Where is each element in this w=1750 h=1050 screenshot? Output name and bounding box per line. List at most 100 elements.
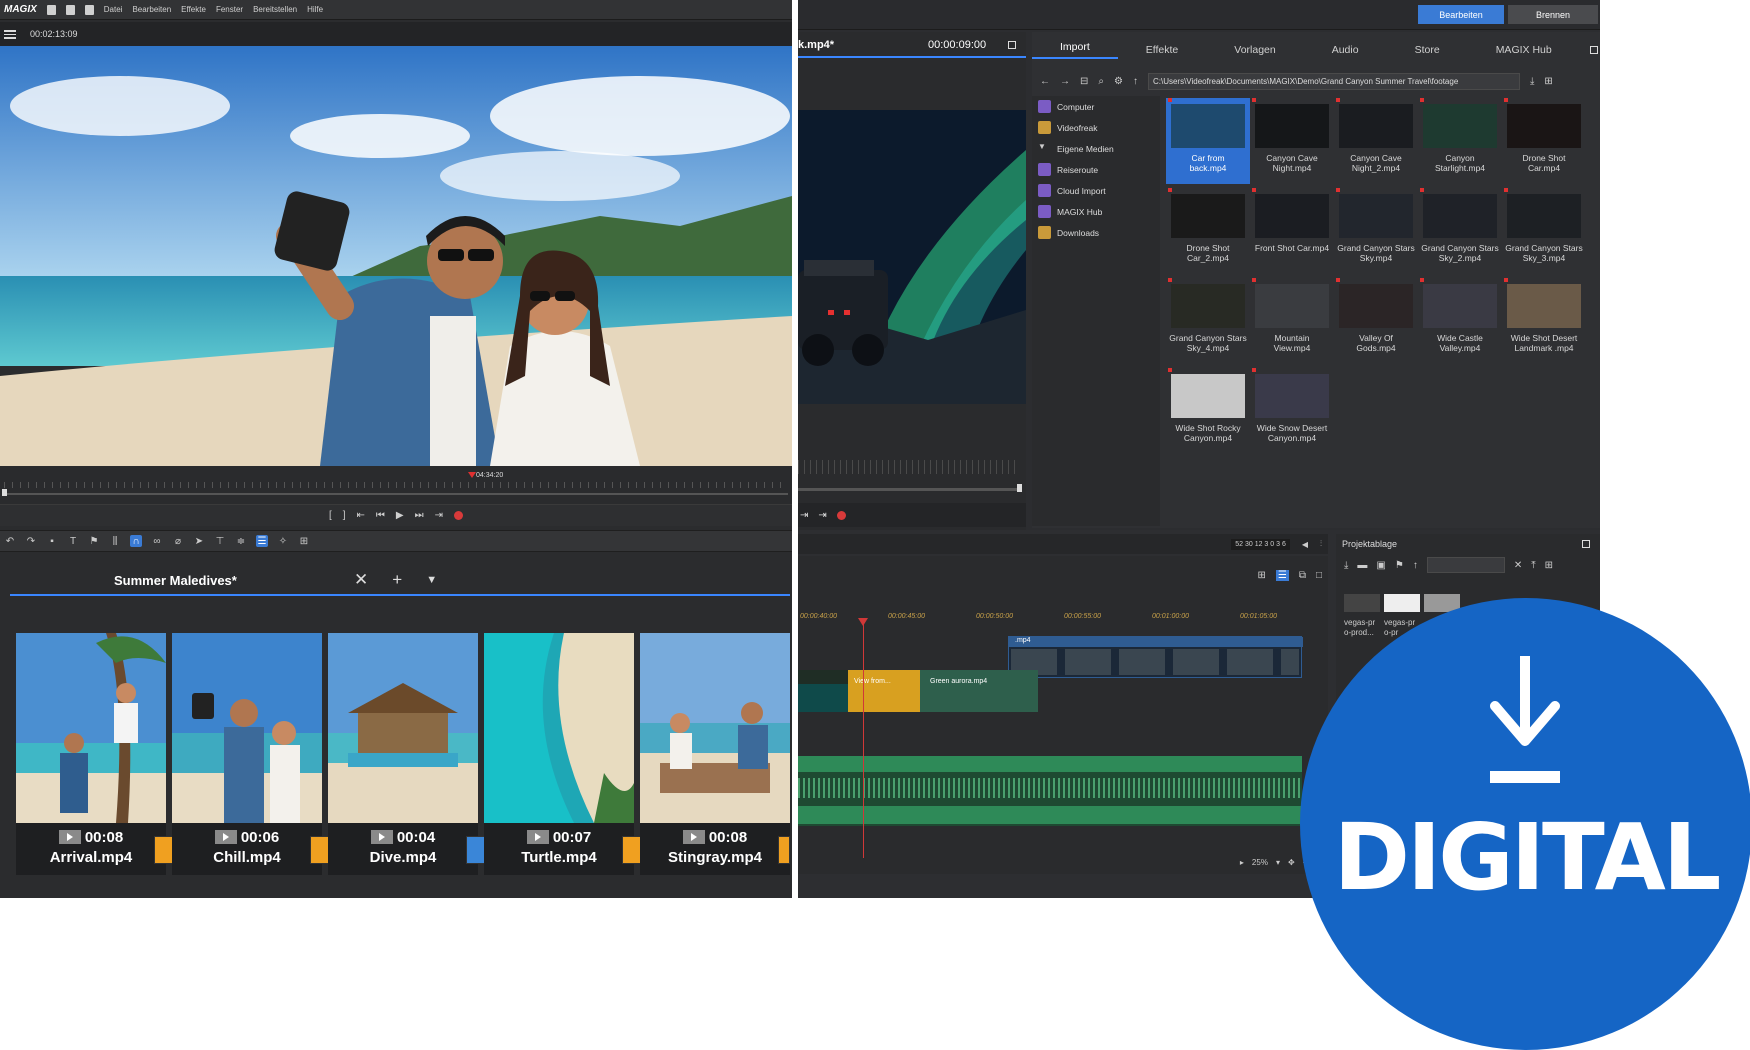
path-input[interactable]: C:\Users\Videofreak\Documents\MAGIX\Demo…: [1147, 72, 1520, 90]
mark-in-button[interactable]: [: [329, 510, 332, 521]
tree-item-hub[interactable]: MAGIX Hub: [1032, 201, 1160, 222]
menu-bearbeiten[interactable]: Bearbeiten: [132, 5, 171, 14]
play-small-icon[interactable]: ▸: [1240, 858, 1244, 867]
menu-effekte[interactable]: Effekte: [181, 5, 206, 14]
split-icon[interactable]: ⫼: [109, 535, 121, 547]
brennen-button[interactable]: Brennen: [1508, 5, 1598, 24]
storyboard-view-icon[interactable]: ⧉: [1299, 570, 1306, 581]
zoom-dropdown-icon[interactable]: ▾: [1276, 858, 1280, 867]
scrubber-marker[interactable]: 04:34:20: [468, 472, 503, 479]
export-icon[interactable]: ⤒: [1531, 560, 1535, 571]
expand-chevron-icon[interactable]: ▼: [1038, 142, 1051, 155]
video-track-2[interactable]: View from... Green aurora.mp4: [798, 670, 1038, 712]
media-item[interactable]: Grand Canyon Stars Sky_2.mp4: [1418, 188, 1502, 274]
media-item[interactable]: Mountain View.mp4: [1250, 278, 1334, 364]
media-item[interactable]: Wide Shot Desert Landmark .mp4: [1502, 278, 1586, 364]
open-folder-icon[interactable]: [65, 4, 75, 15]
tree-item-computer[interactable]: Computer: [1032, 96, 1160, 117]
menu-fenster[interactable]: Fenster: [216, 5, 243, 14]
effects-icon[interactable]: ✧: [277, 535, 289, 547]
back-arrow-icon[interactable]: ←: [1040, 76, 1050, 87]
hamburger-menu-icon[interactable]: [4, 29, 16, 39]
media-item[interactable]: Grand Canyon Stars Sky.mp4: [1334, 188, 1418, 274]
project-tab-title[interactable]: Summer Malediveѕ*: [114, 573, 354, 588]
mark-out-button[interactable]: ]: [343, 510, 346, 521]
magnet-icon[interactable]: ∩: [130, 535, 142, 547]
media-item[interactable]: Car from back.mp4: [1166, 98, 1250, 184]
timeline[interactable]: ⊞ ☰ ⧉ □ 00:00:40:00 00:00:45:00 00:00:50:0…: [798, 556, 1328, 874]
zoom-fit-icon[interactable]: ✥: [1288, 858, 1295, 867]
grid-view-icon[interactable]: ⊞: [1545, 560, 1553, 571]
flag-icon[interactable]: ⚑: [1395, 560, 1404, 571]
audio-track[interactable]: [798, 756, 1302, 826]
storyboard-clip[interactable]: 00:07 Turtle.mp4: [484, 633, 634, 875]
forward-arrow-icon[interactable]: →: [1060, 76, 1070, 87]
maximize-icon[interactable]: [1582, 540, 1590, 548]
green-aurora-clip[interactable]: Green aurora.mp4: [920, 670, 1038, 712]
scrubber-track[interactable]: [798, 488, 1020, 491]
tree-icon[interactable]: ⊟: [1080, 76, 1088, 87]
transition-icon[interactable]: [778, 836, 790, 864]
record-button[interactable]: [836, 510, 846, 520]
save-icon[interactable]: ▣: [1376, 560, 1385, 571]
import-icon[interactable]: ⤓: [1530, 76, 1534, 87]
media-item[interactable]: Grand Canyon Stars Sky_4.mp4: [1166, 278, 1250, 364]
link-icon[interactable]: ∞: [151, 535, 163, 547]
bearbeiten-button[interactable]: Bearbeiten: [1418, 5, 1504, 24]
media-item[interactable]: Wide Snow Desert Canyon.mp4: [1250, 368, 1334, 454]
storyboard-clip[interactable]: 00:08 Stingray.mp4: [640, 633, 790, 875]
storyboard-clip[interactable]: 00:04 Dive.mp4: [328, 633, 478, 875]
media-item[interactable]: Canyon Cave Night.mp4: [1250, 98, 1334, 184]
speaker-icon[interactable]: ◀: [1302, 540, 1308, 549]
zoom-level[interactable]: 25%: [1252, 858, 1268, 867]
tree-item-user[interactable]: Videofreak: [1032, 117, 1160, 138]
text-icon[interactable]: T: [67, 535, 79, 547]
media-item[interactable]: Canyon Starlight.mp4: [1418, 98, 1502, 184]
grid-view-icon[interactable]: ⊞: [1257, 570, 1265, 581]
maximize-icon[interactable]: [1589, 46, 1598, 54]
storyboard-clip[interactable]: 00:08 Arrival.mp4: [16, 633, 166, 875]
preview-scrubber[interactable]: 04:34:20: [0, 466, 792, 504]
playhead[interactable]: [858, 618, 868, 858]
up-arrow-icon[interactable]: ↑: [1133, 76, 1138, 87]
folder-icon[interactable]: ▬: [1357, 560, 1367, 571]
close-icon[interactable]: ✕: [1514, 560, 1522, 571]
undo-icon[interactable]: ↶: [4, 535, 16, 547]
menu-hilfe[interactable]: Hilfe: [307, 5, 323, 14]
redo-icon[interactable]: ↷: [25, 535, 37, 547]
tab-import[interactable]: Import: [1032, 41, 1118, 59]
bin-search-input[interactable]: [1426, 557, 1505, 573]
tree-item-own-media[interactable]: ▼ Eigene Medien: [1032, 138, 1160, 159]
grid-view-icon[interactable]: ⊞: [298, 535, 310, 547]
media-item[interactable]: Valley Of Gods.mp4: [1334, 278, 1418, 364]
gear-icon[interactable]: ⚙: [1114, 76, 1123, 87]
scrubber-track[interactable]: [4, 493, 788, 495]
menu-datei[interactable]: Datei: [104, 5, 123, 14]
marker-flag-icon[interactable]: ⚑: [88, 535, 100, 547]
scrubber-knob[interactable]: [2, 489, 7, 496]
storyboard-mode-icon[interactable]: ☰: [256, 535, 268, 547]
next-button[interactable]: ⏭: [415, 510, 424, 521]
media-item[interactable]: Drone Shot Car.mp4: [1502, 98, 1586, 184]
insert-mode-icon[interactable]: ⊤: [214, 535, 226, 547]
tab-store[interactable]: Store: [1387, 44, 1468, 56]
go-start-button[interactable]: ⇤: [357, 510, 365, 521]
next-button[interactable]: ⇥: [800, 510, 808, 521]
media-item[interactable]: Drone Shot Car_2.mp4: [1166, 188, 1250, 274]
media-item[interactable]: Grand Canyon Stars Sky_3.mp4: [1502, 188, 1586, 274]
up-arrow-icon[interactable]: ↑: [1413, 560, 1418, 571]
preview-scrubber[interactable]: [798, 460, 1026, 496]
tab-audio[interactable]: Audio: [1304, 44, 1387, 56]
pointer-icon[interactable]: ➤: [193, 535, 205, 547]
tree-item-cloud[interactable]: Cloud Import: [1032, 180, 1160, 201]
unlink-icon[interactable]: ⌀: [172, 535, 184, 547]
scrubber-knob[interactable]: [1017, 484, 1022, 492]
maximize-icon[interactable]: [1008, 41, 1016, 49]
new-file-icon[interactable]: [46, 4, 56, 15]
go-end-button[interactable]: ⇥: [818, 510, 826, 521]
tab-magix-hub[interactable]: MAGIX Hub: [1468, 44, 1580, 56]
maximize-icon[interactable]: □: [1316, 570, 1322, 581]
previous-button[interactable]: ⏮: [376, 510, 385, 521]
play-button[interactable]: ▶: [396, 510, 404, 521]
delete-icon[interactable]: ▪: [46, 535, 58, 547]
